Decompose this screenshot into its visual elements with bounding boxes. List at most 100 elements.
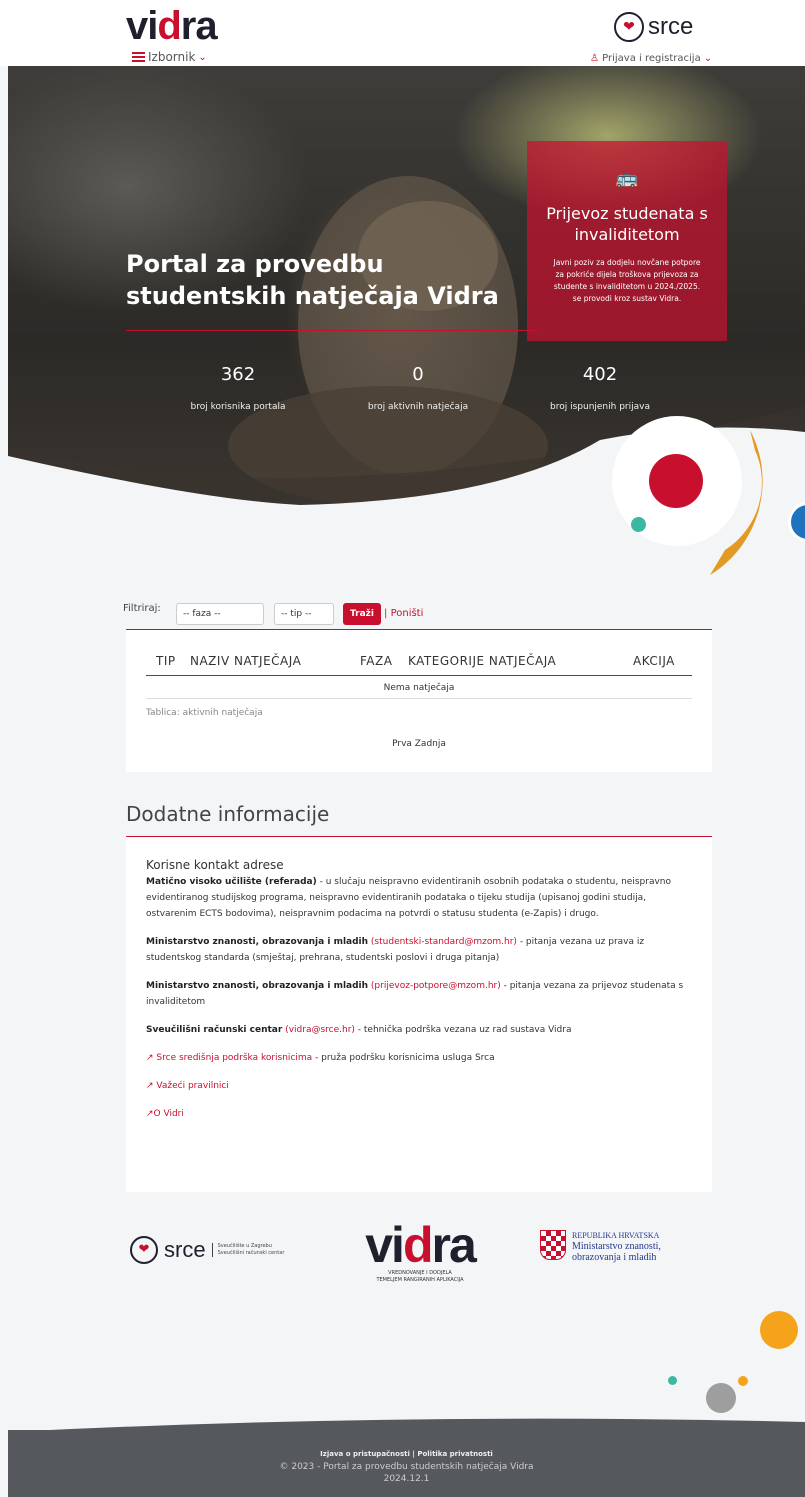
srce-logo[interactable]: ❤ srce — [614, 12, 693, 42]
info-paragraph: ↗ Važeći pravilnici — [146, 1078, 692, 1094]
stat-users: 362 broj korisnika portala — [158, 364, 318, 412]
column-header[interactable]: KATEGORIJE NATJEČAJA — [408, 654, 556, 668]
vidra-subtitle: VREDNOVANJE I DODJELA TEMELJEM RANGIRANI… — [340, 1270, 500, 1284]
footer-links: Izjava o pristupačnosti | Politika priva… — [8, 1430, 805, 1458]
ministry-text: REPUBLIKA HRVATSKA Ministarstvo znanosti… — [572, 1230, 661, 1263]
login-button[interactable]: ♙ Prijava i registracija ⌄ — [590, 53, 712, 64]
regulations-link[interactable]: Važeći pravilnici — [156, 1081, 228, 1091]
stat-submitted: 402 broj ispunjenih prijava — [520, 364, 680, 412]
info-bold: Sveučilišni računski centar — [146, 1025, 283, 1035]
srce-subtitle: Sveučilište u Zagrebu Sveučilišni računs… — [211, 1243, 285, 1257]
column-header[interactable]: TIP — [156, 654, 176, 668]
footer: Izjava o pristupačnosti | Politika priva… — [8, 1430, 805, 1497]
search-button[interactable]: Traži — [343, 603, 381, 625]
info-bold: Ministarstvo znanosti, obrazovanja i mla… — [146, 937, 369, 947]
section-title: Dodatne informacije — [126, 802, 330, 826]
promo-title: Prijevoz studenata s invaliditetom — [546, 204, 708, 244]
email-link[interactable]: (vidra@srce.hr) — [285, 1025, 355, 1035]
phase-select[interactable]: -- faza -- — [176, 603, 264, 625]
logo-text-accent: d — [402, 1217, 434, 1273]
ministry-line: REPUBLIKA HRVATSKA — [572, 1231, 660, 1240]
ministry-logo[interactable]: REPUBLIKA HRVATSKA Ministarstvo znanosti… — [540, 1230, 661, 1263]
vidra-logo[interactable]: vidra — [126, 4, 218, 48]
info-bold: Ministarstvo znanosti, obrazovanja i mla… — [146, 981, 369, 991]
bus-icon: 🚌 — [615, 168, 639, 189]
info-paragraph: Sveučilišni računski centar (vidra@srce.… — [146, 1022, 692, 1038]
stat-label: broj ispunjenih prijava — [550, 402, 650, 412]
external-link-icon: ↗ — [146, 1109, 154, 1119]
accessibility-link[interactable]: Izjava o pristupačnosti — [320, 1450, 410, 1458]
vidra-sub-line: VREDNOVANJE I DODJELA — [388, 1270, 452, 1276]
pagination[interactable]: Prva Zadnja — [126, 739, 712, 749]
table-header: TIP NAZIV NATJEČAJA FAZA KATEGORIJE NATJ… — [146, 654, 692, 676]
stat-label: broj aktivnih natječaja — [367, 402, 469, 412]
coat-of-arms-icon — [540, 1230, 566, 1260]
decor-circle — [760, 1311, 798, 1349]
stat-value: 402 — [582, 364, 618, 385]
external-link-icon: ↗ — [146, 1081, 154, 1091]
column-header[interactable]: NAZIV NATJEČAJA — [190, 654, 301, 668]
about-link[interactable]: O Vidri — [154, 1109, 184, 1119]
promo-text: Javni poziv za dodjelu novčane potpore z… — [553, 258, 701, 303]
competitions-table-card: TIP NAZIV NATJEČAJA FAZA KATEGORIJE NATJ… — [126, 629, 712, 772]
stat-value: 0 — [412, 364, 424, 385]
srce-sub-line: Sveučilišni računski centar — [217, 1250, 285, 1256]
table-row: Nema natječaja — [146, 677, 692, 699]
type-select[interactable]: -- tip -- — [274, 603, 334, 625]
email-link[interactable]: (studentski-standard@mzom.hr) — [371, 937, 517, 947]
info-bold: Matično visoko učilište (referada) — [146, 877, 317, 887]
vidra-footer-logo[interactable]: vidra VREDNOVANJE I DODJELA TEMELJEM RAN… — [340, 1220, 500, 1284]
logo-text: ra — [431, 1217, 476, 1273]
copyright: © 2023 - Portal za provedbu studentskih … — [279, 1462, 534, 1472]
srce-footer-logo[interactable]: ❤ srce Sveučilište u Zagrebu Sveučilišni… — [130, 1236, 284, 1264]
stat-active: 0 broj aktivnih natječaja — [338, 364, 498, 412]
decor-dot — [738, 1376, 748, 1386]
logo-text-accent: d — [157, 4, 181, 48]
filter-label: Filtriraj: — [123, 603, 161, 614]
menu-button[interactable]: Izbornik ⌄ — [132, 50, 207, 64]
heart-icon: ❤ — [130, 1236, 158, 1264]
column-header: AKCIJA — [633, 654, 675, 668]
footer-curve — [8, 1418, 805, 1432]
logo-text: vi — [365, 1217, 405, 1273]
login-label: Prijava i registracija — [602, 53, 701, 64]
srce-sub-line: Sveučilište u Zagrebu — [217, 1243, 272, 1249]
decor-dot — [668, 1376, 677, 1385]
vidra-sub-line: TEMELJEM RANGIRANIH APLIKACIJA — [376, 1277, 464, 1283]
chevron-down-icon: ⌄ — [703, 53, 713, 64]
reset-link[interactable]: Poništi — [391, 608, 424, 619]
stat-value: 362 — [220, 364, 256, 385]
support-link[interactable]: Srce središnja podrška korisnicima — [156, 1053, 312, 1063]
stat-label: broj korisnika portala — [190, 402, 286, 412]
column-header[interactable]: FAZA — [360, 654, 392, 668]
ministry-line: Ministarstvo znanosti, — [572, 1241, 661, 1252]
decor-dot — [631, 517, 646, 532]
logo-text: ra — [180, 4, 218, 48]
info-subtitle: Korisne kontakt adrese — [146, 858, 284, 872]
divider — [126, 330, 538, 331]
srce-logo-text: srce — [164, 1237, 206, 1262]
email-link[interactable]: (prijevoz-potpore@mzom.hr) — [371, 981, 501, 991]
privacy-link[interactable]: Politika privatnosti — [417, 1450, 493, 1458]
version: 2024.12.1 — [383, 1474, 430, 1484]
heart-icon: ❤ — [614, 12, 644, 42]
external-link-icon: ↗ — [146, 1053, 154, 1063]
info-paragraph: ↗ Srce središnja podrška korisnicima - p… — [146, 1050, 692, 1066]
info-card: Korisne kontakt adrese Matično visoko uč… — [126, 837, 712, 1192]
vidra-logo-text: vidra — [340, 1220, 500, 1270]
menu-label: Izbornik — [148, 50, 196, 64]
srce-logo-text: srce — [648, 13, 694, 40]
decor-circle — [706, 1383, 736, 1413]
user-icon: ♙ — [590, 53, 599, 64]
promo-card[interactable]: 🚌 Prijevoz studenata s invaliditetom Jav… — [527, 141, 727, 341]
info-paragraph: Matično visoko učilište (referada) - u s… — [146, 874, 692, 922]
filter-bar: Filtriraj: — [123, 603, 161, 614]
info-text: - pruža podršku korisnicima usluga Srca — [312, 1053, 495, 1063]
info-paragraph: ↗O Vidri — [146, 1106, 692, 1122]
chevron-down-icon: ⌄ — [198, 51, 207, 63]
decor-arc — [710, 430, 763, 575]
ministry-line: obrazovanja i mladih — [572, 1252, 657, 1263]
info-paragraph: Ministarstvo znanosti, obrazovanja i mla… — [146, 934, 692, 966]
page-title: Portal za provedbu studentskih natječaja… — [126, 250, 499, 310]
header: vidra Izbornik ⌄ ❤ srce ♙ Prijava i regi… — [0, 0, 805, 66]
